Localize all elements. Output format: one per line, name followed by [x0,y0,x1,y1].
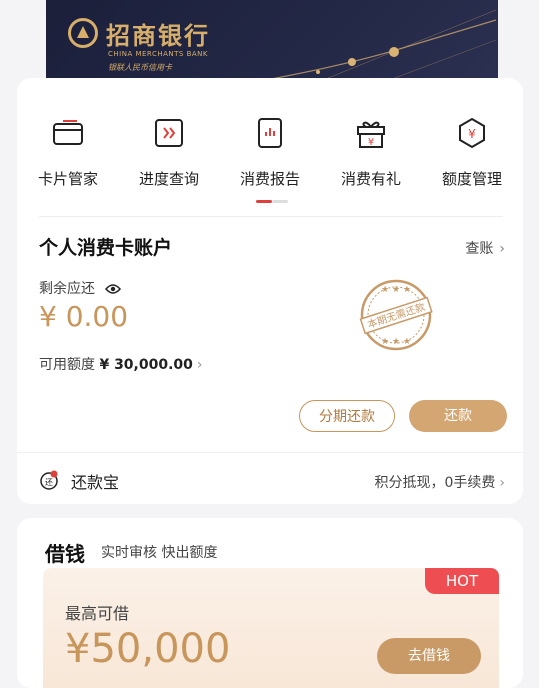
huankuanbao-promo-link[interactable]: 积分抵现，0手续费 › [374,472,505,492]
quick-label: 消费有礼 [340,170,401,188]
huankuanbao-label[interactable]: 还款宝 [71,469,119,493]
quick-label: 消费报告 [239,170,300,188]
huankuanbao-promo: 积分抵现，0手续费 [374,475,496,491]
repay-button[interactable]: 还款 [409,400,507,432]
quick-spending-gift[interactable]: ¥ 消费有礼 [326,116,416,189]
no-payment-stamp: ★ ★ ★ ★ ★ ★ 本期无需还款 [359,279,433,351]
remaining-label: 剩余应还 [39,281,95,297]
borrow-offer-card[interactable]: HOT 最高可借 ¥50,000 去借钱 [43,568,499,688]
quick-actions: 卡片管家 进度查询 消费报告 ¥ 消费有礼 ¥ 额度管理 [17,116,523,196]
progress-arrows-icon [155,119,183,147]
chevron-right-icon: › [196,357,203,373]
max-borrow-label: 最高可借 [65,604,130,623]
view-bill-label: 查账 [465,241,494,257]
card-icon [53,120,83,145]
page-indicator [256,200,288,203]
card-type: 银联人民币信用卡 [108,63,172,72]
bank-name: 招商银行 [106,21,210,50]
remaining-amount: ¥ 0.00 [39,300,129,333]
gift-icon: ¥ [357,121,385,148]
borrow-button[interactable]: 去借钱 [377,638,481,674]
cmb-logo-icon [68,18,98,48]
borrow-title: 借钱 [45,542,85,566]
chevron-right-icon: › [499,241,505,257]
remaining-label-row: 剩余应还 [39,278,122,298]
view-bill-link[interactable]: 查账 › [465,238,505,258]
report-chart-icon [258,118,282,148]
max-borrow-amount: ¥50,000 [65,626,231,672]
svg-text:¥: ¥ [468,127,476,141]
borrow-subtitle: 实时审核 快出额度 [101,545,218,561]
hot-badge: HOT [425,568,499,594]
eye-icon[interactable] [105,283,122,295]
quick-progress-query[interactable]: 进度查询 [124,116,214,189]
account-panel: 卡片管家 进度查询 消费报告 ¥ 消费有礼 ¥ 额度管理 个人消费卡账户 查账 … [17,78,523,504]
borrow-panel: 借钱 实时审核 快出额度 HOT 最高可借 ¥50,000 去借钱 [17,518,523,688]
svg-text:¥: ¥ [368,137,374,148]
limit-shield-icon: ¥ [459,117,485,149]
quick-card-manager[interactable]: 卡片管家 [23,116,113,189]
svg-text:★ ★ ★: ★ ★ ★ [381,285,411,295]
available-amount: ¥ 30,000.00 [99,357,193,373]
bank-name-en: CHINA MERCHANTS BANK [108,50,208,58]
svg-text:还: 还 [45,477,53,487]
quick-limit-management[interactable]: ¥ 额度管理 [427,116,517,189]
quick-spending-report[interactable]: 消费报告 [225,116,315,189]
quick-label: 进度查询 [138,170,199,188]
quick-label: 卡片管家 [37,170,98,188]
divider [39,216,503,217]
svg-text:★ ★ ★: ★ ★ ★ [381,337,411,347]
installment-button[interactable]: 分期还款 [299,400,395,432]
available-credit-row[interactable]: 可用额度 ¥ 30,000.00 › [39,354,203,374]
chevron-right-icon: › [499,475,505,491]
available-label: 可用额度 [39,357,95,373]
quick-label: 额度管理 [441,170,502,188]
huankuanbao-icon: 还 [40,470,58,490]
divider [17,452,523,453]
account-title: 个人消费卡账户 [39,237,173,259]
